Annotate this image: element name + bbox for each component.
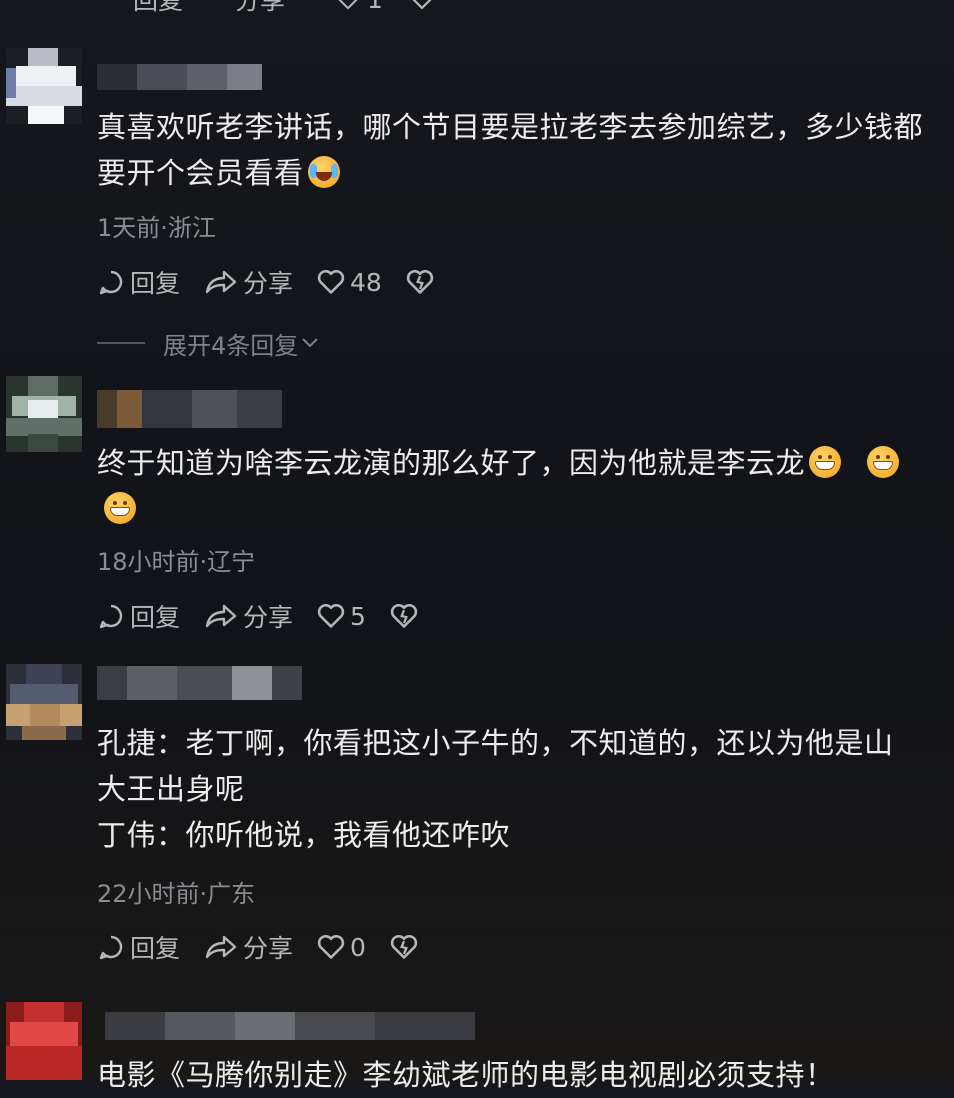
comment-line-3: 丁伟：你听他说，我看他还咋吹 (97, 818, 511, 852)
avatar[interactable] (6, 1002, 82, 1080)
reply-icon (99, 604, 123, 629)
share-label: 分享 (243, 934, 294, 963)
dislike-button[interactable] (390, 603, 423, 629)
heart-icon (338, 0, 358, 9)
broken-heart-icon (390, 934, 418, 959)
comment-actions: 回复 分享 48 (97, 265, 463, 299)
dislike-button[interactable] (390, 934, 423, 960)
reply-label: 回复 (130, 603, 181, 632)
reply-label: 回复 (130, 934, 181, 963)
reply-button[interactable]: 回复 (97, 929, 180, 965)
dislike-icon[interactable] (409, 0, 435, 10)
reply-icon (99, 270, 123, 295)
top-partial-actions: 回复 分享 1 (97, 0, 435, 17)
top-like-button[interactable]: 1 (337, 0, 383, 14)
comment-line-2: 大王出身呢 (97, 772, 245, 806)
share-icon (205, 935, 237, 959)
broken-heart-icon (406, 269, 434, 294)
username-blurred[interactable] (105, 1012, 475, 1040)
heart-icon (317, 934, 345, 959)
reply-label: 回复 (130, 269, 181, 298)
share-icon (205, 604, 237, 628)
username-blurred[interactable] (97, 666, 302, 700)
avatar[interactable] (6, 48, 82, 124)
avatar[interactable] (6, 376, 82, 452)
top-reply-button[interactable]: 回复 (133, 0, 183, 17)
like-button[interactable]: 48 (317, 268, 382, 297)
username-blurred[interactable] (97, 64, 262, 90)
heart-icon (317, 269, 345, 294)
expand-label: 展开4条回复 (163, 331, 299, 360)
reply-button[interactable]: 回复 (97, 598, 180, 634)
reply-button[interactable]: 回复 (97, 264, 180, 300)
heart-icon (317, 603, 345, 628)
like-count: 0 (350, 932, 366, 962)
top-like-count: 1 (367, 0, 383, 14)
grin-emoji-icon (867, 446, 900, 478)
divider-line (97, 342, 145, 344)
broken-heart-icon (390, 603, 418, 628)
laugh-cry-emoji-icon (307, 156, 340, 188)
top-share-button[interactable]: 分享 (235, 0, 285, 17)
comment-meta: 1天前·浙江 (97, 214, 216, 242)
comment-text: 电影《马腾你别走》李幼斌老师的电影电视剧必须支持！ (97, 1058, 835, 1092)
like-button[interactable]: 0 (317, 933, 366, 962)
share-icon (205, 270, 237, 294)
comment-actions: 回复 分享 5 (97, 599, 447, 633)
username-blurred[interactable] (97, 390, 282, 428)
share-label: 分享 (243, 269, 294, 298)
share-button[interactable]: 分享 (204, 264, 293, 300)
reply-icon (99, 935, 123, 960)
comment-text: 真喜欢听老李讲话，哪个节目要是拉老李去参加综艺，多少钱都要开个会员看看 (97, 110, 924, 190)
like-count: 5 (350, 601, 366, 631)
dislike-button[interactable] (406, 269, 439, 295)
grin-emoji-icon (104, 492, 136, 524)
expand-replies[interactable]: 展开4条回复 (97, 326, 320, 360)
share-button[interactable]: 分享 (204, 929, 293, 965)
comment-line-1: 孔捷：老丁啊，你看把这小子牛的，不知道的，还以为他是山 (97, 726, 894, 760)
comment-meta: 18小时前·辽宁 (97, 548, 256, 576)
like-button[interactable]: 5 (317, 602, 366, 631)
share-button[interactable]: 分享 (204, 598, 293, 634)
comment-meta: 22小时前·广东 (97, 880, 256, 908)
avatar[interactable] (6, 664, 82, 740)
grin-emoji-icon (809, 446, 842, 478)
comment-text: 孔捷：老丁啊，你看把这小子牛的，不知道的，还以为他是山 大王出身呢 丁伟：你听他… (97, 720, 947, 858)
share-label: 分享 (243, 603, 294, 632)
like-count: 48 (350, 267, 382, 297)
comment-text: 终于知道为啥李云龙演的那么好了，因为他就是李云龙 (97, 440, 947, 532)
comment-actions: 回复 分享 0 (97, 930, 447, 964)
chevron-down-icon (302, 338, 318, 348)
